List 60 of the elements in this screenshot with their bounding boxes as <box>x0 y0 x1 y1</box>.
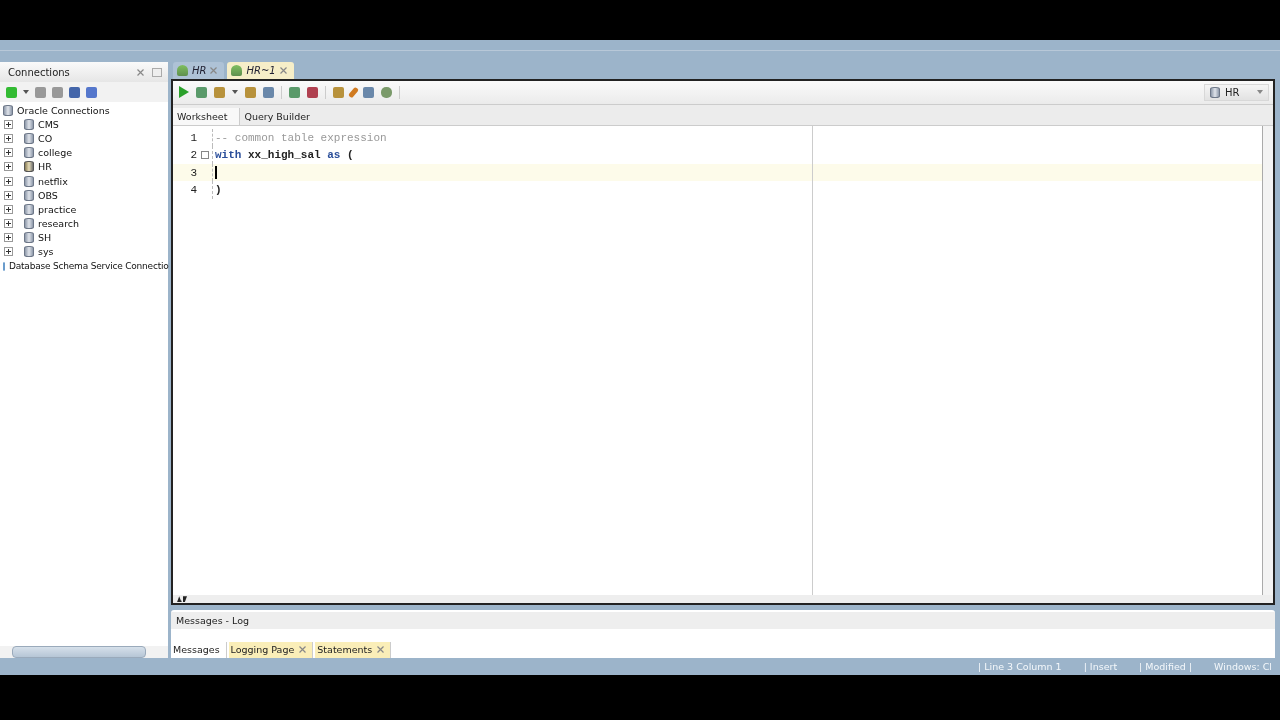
log-tab[interactable]: Logging Page <box>228 642 314 658</box>
splitter-arrows-icon[interactable] <box>177 596 187 603</box>
close-icon[interactable] <box>377 645 385 653</box>
caret-icon[interactable] <box>232 90 238 95</box>
tree-item[interactable]: CMS <box>38 118 59 130</box>
line-number: 3 <box>189 166 197 179</box>
close-icon[interactable] <box>137 68 144 76</box>
tree-item[interactable]: Oracle Connections <box>17 104 110 116</box>
expand-icon[interactable] <box>4 233 13 243</box>
code-line: with xx_high_sal as ( <box>214 149 354 162</box>
code-line: ) <box>214 184 222 197</box>
database-icon <box>3 104 13 116</box>
line-number: 2 <box>189 149 197 162</box>
code-line: -- common table expression <box>214 131 387 144</box>
panel-title: Connections <box>8 66 70 78</box>
text-cursor <box>215 166 217 180</box>
log-tab[interactable]: Statements <box>315 642 392 658</box>
line-number: 4 <box>189 184 197 197</box>
tree-item[interactable]: SH <box>38 232 52 244</box>
tree-item[interactable]: Database Schema Service Connectio <box>9 261 169 272</box>
expand-icon[interactable] <box>4 162 13 172</box>
code-editor[interactable]: 1 -- common table expression 2 with xx_high_sal as ( 3 4 ) <box>173 125 1263 596</box>
caret-icon[interactable] <box>23 90 29 94</box>
tree-item[interactable]: college <box>38 147 73 159</box>
worksheet-tab[interactable]: Query Builder <box>240 110 322 125</box>
expand-icon[interactable] <box>4 148 13 158</box>
tree-item[interactable]: netflix <box>38 175 68 187</box>
log-tab[interactable]: Messages <box>171 642 227 658</box>
tree-item[interactable]: practice <box>38 203 77 215</box>
tree-item[interactable]: HR <box>38 161 52 173</box>
status-text: | Insert <box>1083 661 1118 672</box>
minimize-icon[interactable] <box>152 67 162 77</box>
tree-item[interactable]: research <box>38 218 80 230</box>
fold-icon[interactable] <box>200 151 209 160</box>
tree-item[interactable]: sys <box>38 246 54 258</box>
tree-item[interactable]: OBS <box>38 189 58 201</box>
worksheet-tab[interactable]: Worksheet <box>173 107 241 125</box>
status-text: | Line 3 Column 1 <box>978 661 1062 672</box>
status-text: | Modified | <box>1139 661 1193 672</box>
add-icon[interactable] <box>6 86 17 98</box>
close-icon[interactable] <box>299 645 307 653</box>
line-number: 1 <box>189 131 197 144</box>
caret-icon <box>1257 90 1263 95</box>
expand-icon[interactable] <box>4 119 13 129</box>
connection-dropdown[interactable]: HR <box>1204 83 1269 101</box>
close-icon[interactable] <box>279 66 287 74</box>
editor-tab[interactable]: HR <box>173 62 225 79</box>
status-text: Windows: Cl <box>1214 661 1272 672</box>
expand-icon[interactable] <box>4 176 13 186</box>
horizontal-scrollbar[interactable] <box>12 646 146 658</box>
expand-icon[interactable] <box>4 190 13 200</box>
expand-icon[interactable] <box>4 204 13 214</box>
database-icon <box>1210 86 1220 98</box>
panel-title: Messages - Log <box>176 615 250 627</box>
expand-icon[interactable] <box>4 133 13 143</box>
close-icon[interactable] <box>210 66 218 74</box>
tree-item[interactable]: CO <box>38 132 53 144</box>
expand-icon[interactable] <box>4 219 13 229</box>
editor-tab[interactable]: HR~1 <box>227 62 294 79</box>
expand-icon[interactable] <box>4 247 13 257</box>
